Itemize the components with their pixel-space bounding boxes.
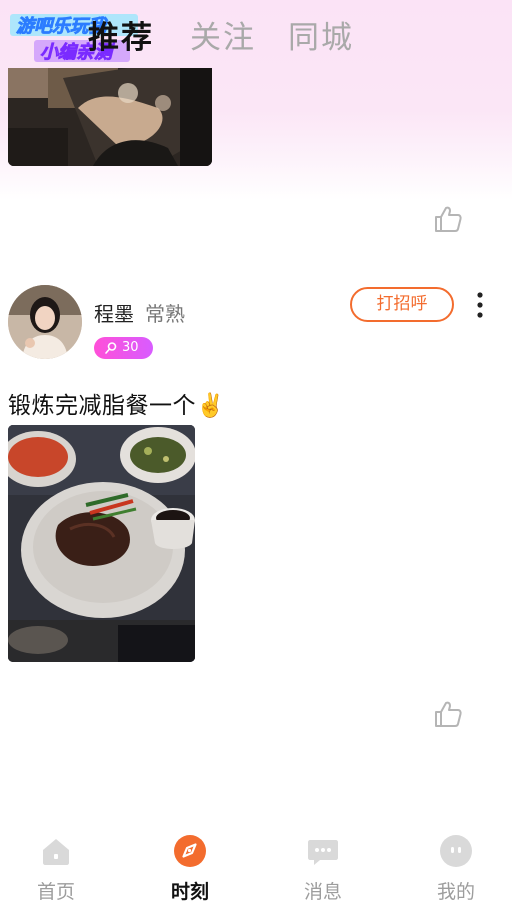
top-tabs: 推荐 关注 同城 — [0, 12, 512, 58]
home-icon — [43, 839, 69, 865]
tab-same-city[interactable]: 同城 — [288, 12, 354, 57]
search-key-icon — [105, 342, 117, 354]
tab-recommend[interactable]: 推荐 — [88, 12, 154, 57]
thumbs-up-icon[interactable] — [433, 699, 463, 729]
message-icon — [308, 840, 338, 865]
food-photo-art — [8, 425, 195, 662]
nav-profile-label: 我的 — [436, 881, 475, 903]
nav-moment-label: 时刻 — [170, 881, 209, 903]
bottom-navigation: 首页 时刻 消息 我的 — [0, 828, 512, 908]
compass-icon — [174, 835, 206, 867]
more-vertical-icon[interactable] — [470, 290, 490, 320]
profile-icon — [440, 835, 472, 867]
nav-home[interactable]: 首页 — [16, 828, 96, 908]
tab-following[interactable]: 关注 — [190, 12, 256, 57]
badge-count: 30 — [122, 340, 139, 355]
nav-messages-label: 消息 — [303, 881, 342, 903]
thumbs-up-icon[interactable] — [433, 204, 463, 234]
user-avatar[interactable] — [8, 285, 82, 359]
nav-home-label: 首页 — [36, 881, 75, 903]
nav-messages[interactable]: 消息 — [283, 828, 363, 908]
post-photo[interactable] — [8, 425, 195, 662]
app-screen: 游吧乐玩我 小编亲测 推荐 关注 同城 程墨 常熟 30 打招呼 锻炼完减脂餐一… — [0, 0, 512, 908]
user-city: 常熟 — [145, 302, 185, 326]
greet-button[interactable]: 打招呼 — [350, 287, 454, 322]
previous-post-photo[interactable] — [8, 68, 212, 166]
nav-moment[interactable]: 时刻 — [150, 828, 230, 908]
previous-photo-art — [8, 68, 212, 166]
avatar-art — [8, 285, 82, 359]
post-text: 锻炼完减脂餐一个✌️ — [8, 393, 226, 419]
nav-profile[interactable]: 我的 — [416, 828, 496, 908]
level-badge: 30 — [94, 337, 153, 359]
user-name[interactable]: 程墨 — [94, 298, 134, 327]
